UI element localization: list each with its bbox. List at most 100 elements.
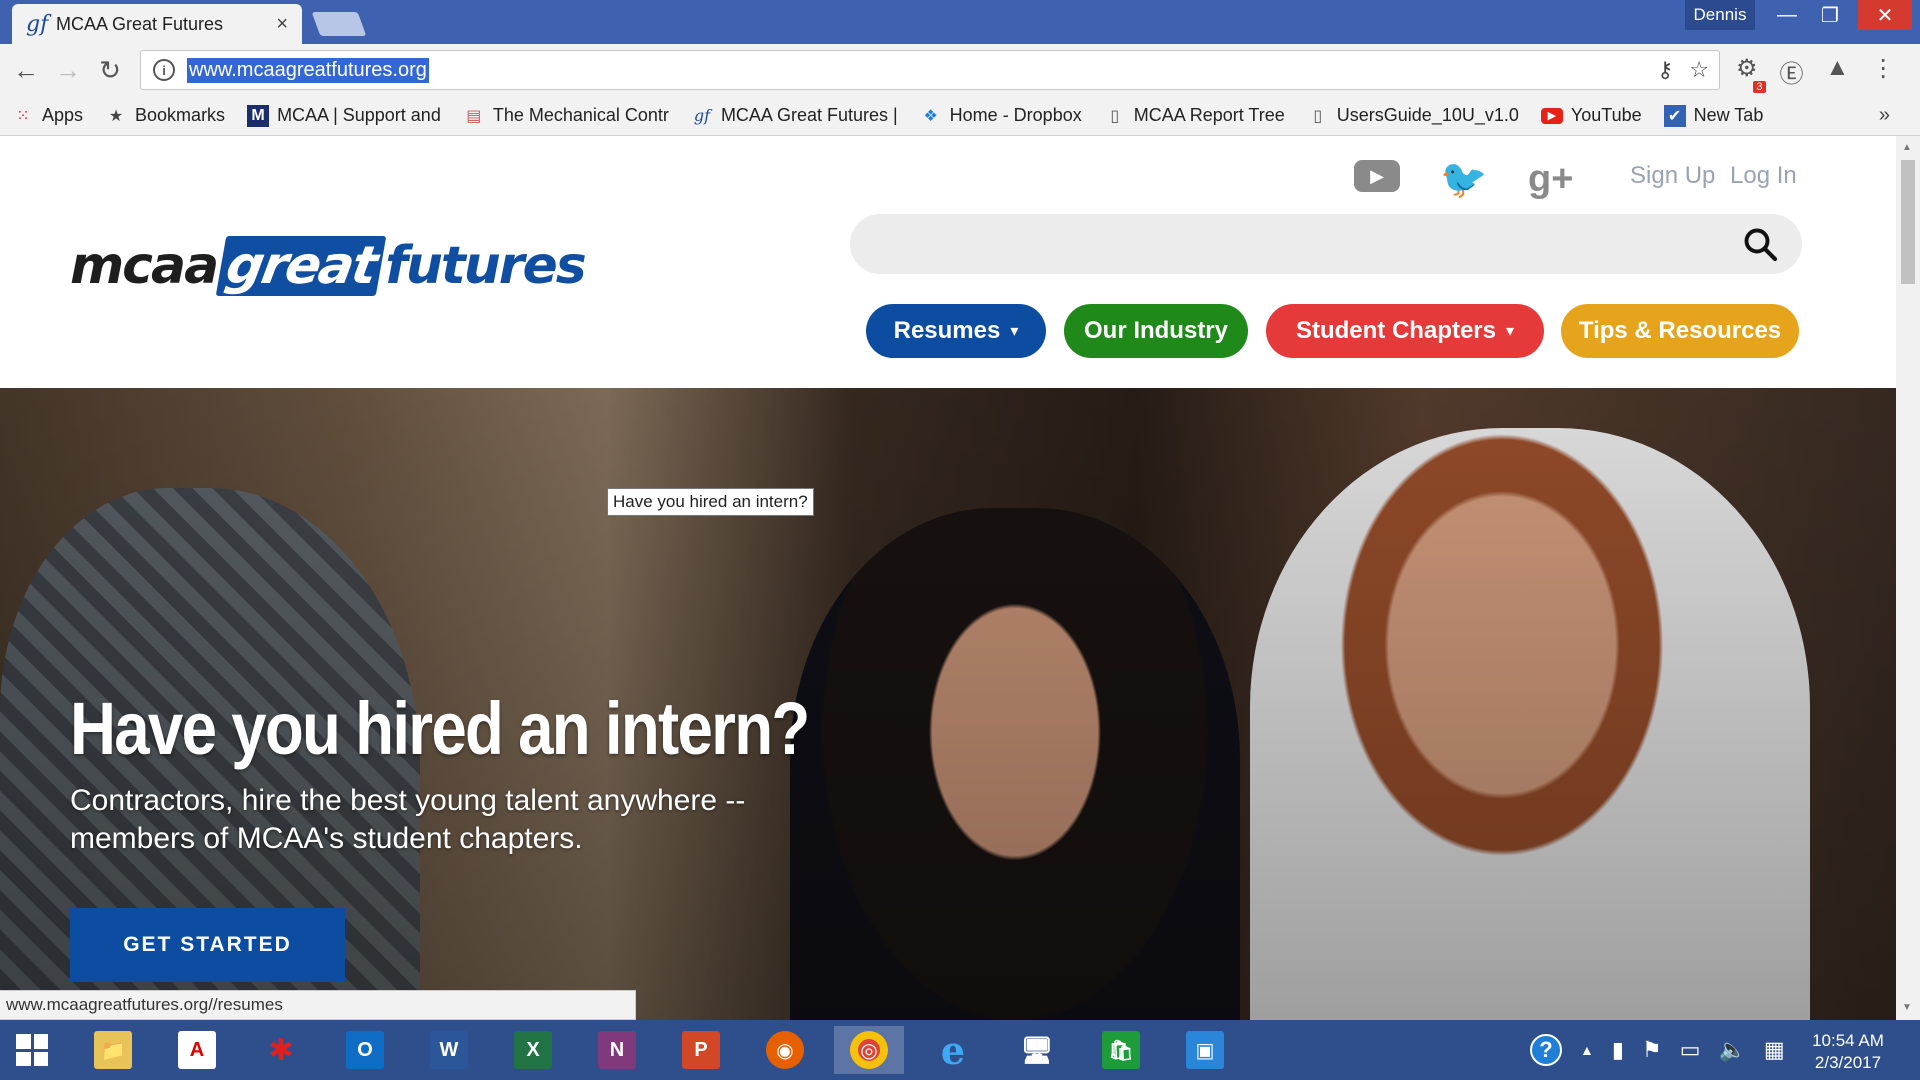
profile-button[interactable]: Dennis: [1685, 0, 1755, 30]
logo-text-futures: futures: [385, 236, 586, 296]
bookmark-youtube[interactable]: ▶ YouTube: [1540, 105, 1642, 126]
tab-close-icon[interactable]: ×: [276, 13, 288, 36]
taskbar-acrobat[interactable]: A: [162, 1026, 232, 1074]
nav-resumes-button[interactable]: Resumes ▾: [866, 304, 1046, 358]
site-search-input[interactable]: [850, 214, 1802, 274]
chevron-down-icon: ▾: [1505, 323, 1515, 340]
taskbar-paint-app[interactable]: ✱: [246, 1026, 316, 1074]
taskbar-photos[interactable]: ▣: [1170, 1026, 1240, 1074]
key-icon[interactable]: ⚷: [1657, 57, 1673, 83]
store-icon: 🛍: [1102, 1031, 1140, 1069]
search-icon[interactable]: [1742, 226, 1778, 262]
taskbar-chrome[interactable]: ◎: [834, 1026, 904, 1074]
site-logo[interactable]: mcaa great futures: [70, 236, 587, 296]
window-close-icon[interactable]: ✕: [1858, 0, 1912, 30]
page-scrollbar[interactable]: ▲ ▼: [1896, 136, 1920, 1020]
log-in-link[interactable]: Log In: [1730, 162, 1797, 190]
sign-up-link[interactable]: Sign Up: [1630, 162, 1715, 190]
document-icon: ▯: [1313, 107, 1323, 125]
action-center-flag-icon[interactable]: ⚑: [1642, 1037, 1662, 1063]
extension-drive-icon[interactable]: ▲: [1826, 54, 1850, 89]
hero-title: Have you hired an intern?: [70, 687, 810, 770]
nav-our-industry-button[interactable]: Our Industry: [1064, 304, 1248, 358]
site-info-icon[interactable]: i: [153, 59, 175, 81]
logo-text-great: great: [215, 236, 387, 296]
taskbar-firefox[interactable]: ◉: [750, 1026, 820, 1074]
get-started-button[interactable]: GET STARTED: [70, 908, 345, 982]
taskbar-outlook[interactable]: O: [330, 1026, 400, 1074]
extension-e-icon[interactable]: Ⓔ: [1780, 54, 1804, 89]
scroll-down-icon[interactable]: ▼: [1902, 1002, 1912, 1013]
taskbar-internet-explorer[interactable]: e: [918, 1026, 988, 1074]
nav-label: Tips & Resources: [1578, 317, 1782, 344]
volume-icon[interactable]: 🔈: [1719, 1037, 1746, 1063]
browser-tab[interactable]: gf MCAA Great Futures ×: [12, 4, 302, 44]
help-icon[interactable]: ?: [1530, 1034, 1562, 1066]
tray-usb-icon[interactable]: ▮: [1612, 1037, 1624, 1063]
system-clock[interactable]: 10:54 AM 2/3/2017: [1800, 1030, 1896, 1074]
bookmarks-overflow-icon[interactable]: »: [1879, 104, 1890, 127]
network-icon[interactable]: ▦: [1764, 1037, 1785, 1063]
taskbar-file-explorer[interactable]: 📁: [78, 1026, 148, 1074]
bookmark-mechanical-contractor[interactable]: ▤ The Mechanical Contr: [463, 105, 669, 127]
tray-expand-icon[interactable]: ▲: [1580, 1042, 1594, 1058]
chrome-icon: ◎: [850, 1031, 888, 1069]
battery-icon[interactable]: ▭: [1680, 1037, 1701, 1063]
taskbar-word[interactable]: W: [414, 1026, 484, 1074]
acrobat-icon: A: [178, 1031, 216, 1069]
apps-grid-icon: ⁙: [16, 107, 30, 125]
chrome-menu-icon[interactable]: ⋮: [1871, 54, 1895, 89]
bookmark-label: MCAA Great Futures |: [720, 105, 898, 125]
taskbar-onenote[interactable]: N: [582, 1026, 652, 1074]
restore-icon[interactable]: ❐: [1808, 0, 1852, 30]
excel-icon: X: [514, 1031, 552, 1069]
url-text[interactable]: www.mcaagreatfutures.org: [187, 57, 429, 83]
taskbar-remote-desktop[interactable]: 🖥: [1002, 1026, 1072, 1074]
bookmark-great-futures[interactable]: gf MCAA Great Futures |: [691, 105, 898, 127]
windows-start-icon[interactable]: [10, 1028, 54, 1072]
bookmark-report-tree[interactable]: ▯ MCAA Report Tree: [1104, 105, 1284, 127]
page-viewport: mcaa great futures ▶ 🐦 g+ Sign Up Log In…: [0, 136, 1896, 1020]
bookmark-new-tab[interactable]: ✔ New Tab: [1663, 104, 1763, 127]
photos-icon: ▣: [1186, 1031, 1224, 1069]
nav-label: Our Industry: [1083, 317, 1228, 344]
scrollbar-thumb[interactable]: [1901, 160, 1915, 284]
paint-splash-icon: ✱: [268, 1033, 294, 1067]
scroll-up-icon[interactable]: ▲: [1902, 142, 1912, 153]
bookmark-bookmarks[interactable]: ★ Bookmarks: [105, 105, 225, 127]
twitter-icon[interactable]: 🐦: [1440, 158, 1487, 202]
mcaa-icon: M: [247, 104, 270, 127]
new-tab-button[interactable]: [311, 12, 367, 36]
taskbar-powerpoint[interactable]: P: [666, 1026, 736, 1074]
google-plus-icon[interactable]: g+: [1528, 158, 1573, 201]
remote-desktop-icon: 🖥: [1020, 1034, 1054, 1065]
taskbar-excel[interactable]: X: [498, 1026, 568, 1074]
bookmark-star-icon[interactable]: ☆: [1689, 57, 1709, 83]
chevron-down-icon: ▾: [1010, 323, 1019, 340]
bookmark-mcaa-support[interactable]: M MCAA | Support and: [247, 104, 441, 127]
youtube-icon[interactable]: ▶: [1354, 160, 1400, 192]
extension-notification-icon[interactable]: ⚙ 3: [1736, 54, 1766, 93]
bookmark-apps[interactable]: ⁙ Apps: [12, 105, 83, 127]
browser-titlebar: gf MCAA Great Futures × Dennis — ❐ ✕: [0, 0, 1920, 44]
back-arrow-icon[interactable]: ←: [8, 52, 44, 88]
bookmark-users-guide[interactable]: ▯ UsersGuide_10U_v1.0: [1307, 105, 1519, 127]
nav-student-chapters-button[interactable]: Student Chapters ▾: [1266, 304, 1544, 358]
bookmark-dropbox[interactable]: ❖ Home - Dropbox: [920, 105, 1082, 127]
outlook-icon: O: [346, 1031, 384, 1069]
minimize-icon[interactable]: —: [1765, 0, 1809, 30]
forward-arrow-icon[interactable]: →: [50, 52, 86, 88]
bookmark-label: MCAA | Support and: [277, 105, 441, 125]
clock-date: 2/3/2017: [1814, 1053, 1882, 1072]
bookmark-label: Bookmarks: [135, 105, 226, 125]
page-icon: ▤: [466, 107, 482, 125]
taskbar-store[interactable]: 🛍: [1086, 1026, 1156, 1074]
powerpoint-icon: P: [682, 1031, 720, 1069]
hero-subtitle: Contractors, hire the best young talent …: [70, 784, 746, 855]
browser-toolbar: ← → ↻ i www.mcaagreatfutures.org ⚷ ☆ ⚙ 3 …: [0, 44, 1920, 96]
address-bar[interactable]: i www.mcaagreatfutures.org ⚷ ☆: [140, 50, 1720, 90]
document-icon: ▯: [1110, 107, 1120, 125]
nav-tips-resources-button[interactable]: Tips & Resources: [1561, 304, 1799, 358]
clock-time: 10:54 AM: [1812, 1031, 1884, 1050]
reload-icon[interactable]: ↻: [92, 52, 128, 88]
